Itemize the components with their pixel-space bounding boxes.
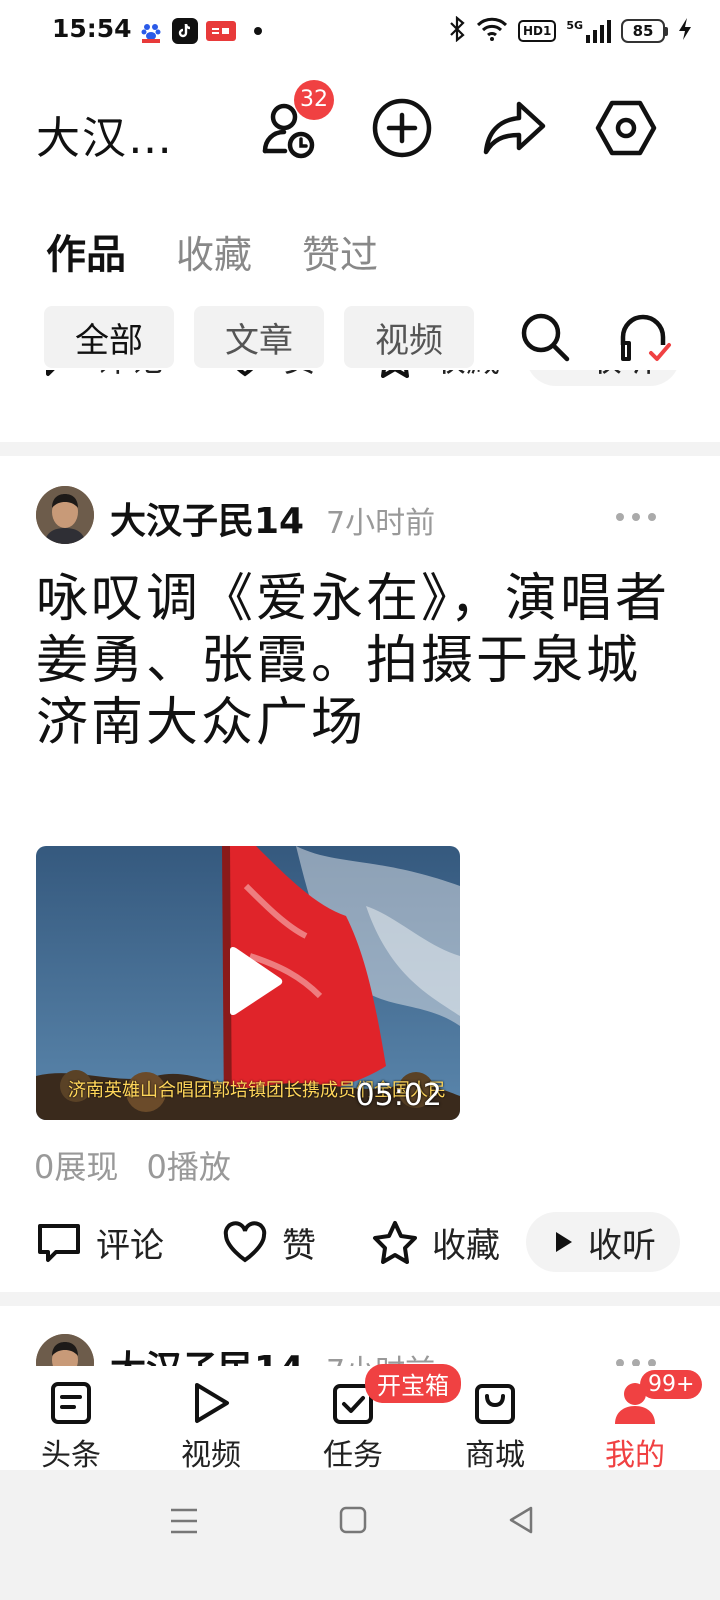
battery-level: 85 (621, 19, 665, 43)
author-avatar[interactable] (36, 486, 94, 544)
filter-videos[interactable]: 视频 (344, 306, 474, 368)
listen-label: 收听 (588, 370, 656, 381)
tab-works[interactable]: 作品 (46, 222, 126, 280)
nav-video[interactable]: 视频 (156, 1366, 266, 1474)
like-button[interactable]: 赞 (222, 370, 316, 386)
notification-dot-icon (254, 27, 262, 35)
menu-icon[interactable] (168, 1506, 200, 1536)
system-navigation-bar (0, 1470, 720, 1600)
toutiao-icon (206, 21, 236, 41)
plus-circle-icon (372, 98, 432, 158)
search-icon (521, 313, 570, 362)
notification-count-badge: 32 (294, 80, 334, 120)
hd-indicator: HD1 (517, 20, 557, 42)
nav-headlines-label: 头条 (41, 1438, 101, 1473)
status-app-icons (138, 18, 262, 44)
author-name[interactable]: 大汉子民14 (110, 492, 304, 544)
profile-header: 大汉… 32 (0, 80, 720, 180)
visitors-button[interactable]: 32 (254, 80, 334, 164)
shopping-bag-icon (475, 1384, 515, 1424)
nav-tasks-label: 任务 (323, 1438, 383, 1473)
me-notification-badge: 99+ (640, 1370, 703, 1399)
star-icon (373, 1221, 417, 1264)
content-tabs: 作品 收藏 赞过 (46, 222, 378, 280)
video-thumbnail[interactable]: 济南英雄山合唱团郭培镇团长携成员们全国人民 05:02 (36, 846, 460, 1120)
previous-post-actions: 评论 赞 收藏 收听 (0, 370, 720, 420)
tab-liked[interactable]: 赞过 (302, 224, 378, 279)
listen-button[interactable]: 收听 (526, 370, 680, 386)
heart-icon (223, 1221, 267, 1263)
favorite-button[interactable]: 收藏 (372, 1212, 500, 1272)
comment-button[interactable]: 评论 (36, 370, 164, 386)
tab-favorites[interactable]: 收藏 (176, 224, 252, 279)
gear-icon (595, 100, 657, 156)
create-button[interactable] (366, 92, 438, 164)
baidu-icon (138, 18, 164, 44)
post-actions: 评论 赞 收藏 收听 (0, 1212, 720, 1272)
like-label: 赞 (282, 370, 316, 381)
like-label: 赞 (282, 1225, 316, 1266)
status-bar: 15:54 HD1 5G 85 (0, 0, 720, 62)
post-time: 7小时前 (326, 506, 436, 541)
battery-indicator: 85 (621, 19, 668, 43)
listen-label: 收听 (588, 1225, 656, 1266)
favorite-label: 收藏 (432, 1225, 500, 1266)
comment-button[interactable]: 评论 (36, 1212, 164, 1272)
back-icon[interactable] (506, 1504, 536, 1536)
news-icon (51, 1382, 91, 1424)
bluetooth-icon (448, 15, 466, 46)
profile-name-title: 大汉… (36, 113, 174, 164)
nav-headlines[interactable]: 头条 (16, 1366, 126, 1474)
status-time: 15:54 (52, 14, 132, 43)
nav-video-label: 视频 (181, 1438, 241, 1473)
home-icon[interactable] (338, 1504, 368, 1536)
share-icon (483, 101, 546, 155)
favorite-label: 收藏 (432, 370, 500, 381)
network-type: 5G (566, 19, 583, 32)
bottom-navigation: 头条 视频 任务 商城 我的 开宝箱 99+ (0, 1364, 720, 1473)
headphone-icon (620, 314, 671, 361)
post-card[interactable]: 大汉子民14 7小时前 (0, 1310, 720, 1370)
impressions-count: 0展现 (34, 1148, 119, 1186)
star-icon (381, 370, 409, 378)
settings-button[interactable] (590, 92, 662, 164)
favorite-button[interactable]: 收藏 (372, 370, 500, 386)
more-options-button[interactable] (614, 496, 658, 531)
heart-icon (236, 370, 254, 377)
section-divider (0, 1292, 720, 1306)
cell-signal-icon: 5G (566, 19, 611, 43)
share-button[interactable] (478, 92, 550, 164)
play-outline-icon (195, 1383, 229, 1423)
filter-articles[interactable]: 文章 (194, 306, 324, 368)
douyin-icon (172, 18, 198, 44)
comment-icon (46, 370, 55, 376)
listen-list-button[interactable] (612, 306, 678, 368)
author-avatar[interactable] (36, 1334, 94, 1370)
comment-label: 评论 (96, 370, 164, 381)
video-duration: 05:02 (355, 1078, 442, 1113)
nav-me-label: 我的 (605, 1438, 665, 1473)
nav-mall-label: 商城 (465, 1438, 525, 1473)
like-button[interactable]: 赞 (222, 1212, 316, 1272)
plays-count: 0播放 (146, 1148, 231, 1186)
search-button[interactable] (512, 306, 578, 368)
comment-label: 评论 (96, 1225, 164, 1266)
filter-all[interactable]: 全部 (44, 306, 174, 368)
treasure-box-badge[interactable]: 开宝箱 (365, 1364, 461, 1403)
section-divider (0, 442, 720, 456)
wifi-icon (476, 17, 508, 45)
filter-chips: 全部 文章 视频 (44, 306, 474, 368)
play-icon[interactable] (224, 946, 284, 1016)
post-title[interactable]: 咏叹调《爱永在》，演唱者姜勇、张霞。拍摄于泉城济南大众广场 (36, 568, 686, 754)
more-dots-icon (616, 513, 656, 521)
charging-icon (678, 17, 692, 45)
listen-button[interactable]: 收听 (526, 1212, 680, 1272)
post-stats: 0展现 0播放 (34, 1142, 249, 1188)
play-icon (556, 1232, 572, 1252)
status-right: HD1 5G 85 (448, 15, 692, 46)
comment-icon (38, 1224, 80, 1262)
